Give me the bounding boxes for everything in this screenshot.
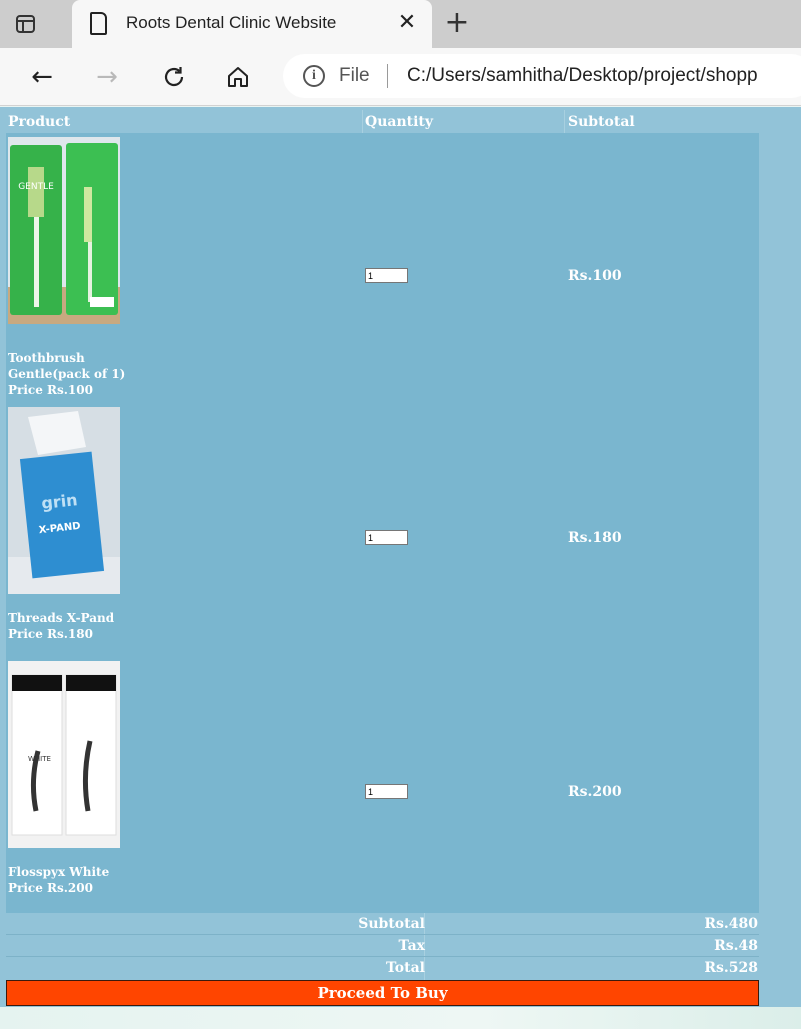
- product-image-threads: grin X-PAND: [8, 407, 120, 594]
- cart-row: GENTLE Toothbrush Gentle(pack of 1) Pric…: [6, 135, 759, 405]
- address-separator: [387, 64, 388, 88]
- cart-table: Product Quantity Subtotal GENTLE Toothbr…: [6, 110, 759, 916]
- product-name: Flosspyx White Price Rs.200: [8, 865, 110, 895]
- page-icon: [90, 12, 107, 35]
- home-icon[interactable]: [222, 61, 254, 93]
- product-name: Threads X-Pand Price Rs.180: [8, 611, 115, 641]
- summary-subtotal-label: Subtotal: [358, 916, 425, 932]
- cart-header-row: Product Quantity Subtotal: [6, 110, 759, 133]
- reload-icon[interactable]: [158, 61, 190, 93]
- forward-arrow-icon[interactable]: →: [91, 61, 123, 93]
- address-url[interactable]: C:/Users/samhitha/Desktop/project/shopp: [407, 65, 758, 87]
- product-image-flosspyx: WHITE: [8, 661, 120, 848]
- page-footer-strip: [0, 1007, 801, 1029]
- page-viewport: Product Quantity Subtotal GENTLE Toothbr…: [0, 107, 801, 1007]
- line-subtotal: Rs.200: [568, 784, 622, 800]
- svg-text:WHITE: WHITE: [28, 755, 51, 763]
- product-name: Toothbrush Gentle(pack of 1) Price Rs.10…: [8, 351, 126, 397]
- cart-row: WHITE Flosspyx White Price Rs.200 Rs.200: [6, 659, 759, 915]
- info-icon[interactable]: i: [303, 65, 325, 87]
- new-tab-icon[interactable]: +: [443, 8, 471, 40]
- back-arrow-icon[interactable]: ←: [26, 61, 58, 93]
- header-product: Product: [8, 114, 71, 130]
- cart-row: grin X-PAND Threads X-Pand Price Rs.180 …: [6, 405, 759, 659]
- line-subtotal: Rs.100: [568, 268, 622, 284]
- proceed-to-buy-button[interactable]: Proceed To Buy: [6, 980, 759, 1006]
- header-subtotal: Subtotal: [568, 114, 635, 130]
- summary-total-row: Total Rs.528: [6, 957, 759, 979]
- svg-text:GENTLE: GENTLE: [18, 182, 54, 192]
- cart-summary: Subtotal Rs.480 Tax Rs.48 Total Rs.528: [6, 913, 759, 980]
- quantity-input[interactable]: [365, 268, 408, 283]
- summary-subtotal-row: Subtotal Rs.480: [6, 913, 759, 935]
- browser-toolbar: ← → i File C:/Users/samhitha/Desktop/pro…: [0, 48, 801, 106]
- summary-total-label: Total: [385, 960, 425, 976]
- product-image-toothbrush: GENTLE: [8, 137, 120, 324]
- header-quantity: Quantity: [365, 114, 434, 130]
- browser-tab[interactable]: Roots Dental Clinic Website ✕: [72, 0, 432, 48]
- summary-tax-value: Rs.48: [714, 938, 758, 954]
- close-tab-icon[interactable]: ✕: [394, 10, 420, 36]
- quantity-input[interactable]: [365, 784, 408, 799]
- tab-actions-icon[interactable]: [14, 12, 38, 36]
- summary-tax-row: Tax Rs.48: [6, 935, 759, 957]
- summary-subtotal-value: Rs.480: [704, 916, 758, 932]
- quantity-input[interactable]: [365, 530, 408, 545]
- tab-title: Roots Dental Clinic Website: [126, 13, 337, 32]
- line-subtotal: Rs.180: [568, 530, 622, 546]
- summary-tax-label: Tax: [398, 938, 426, 954]
- browser-tabstrip: Roots Dental Clinic Website ✕ +: [0, 0, 801, 48]
- address-bar[interactable]: i File C:/Users/samhitha/Desktop/project…: [283, 54, 801, 98]
- address-scheme: File: [339, 65, 370, 86]
- svg-text:grin: grin: [40, 490, 78, 513]
- summary-total-value: Rs.528: [704, 960, 758, 976]
